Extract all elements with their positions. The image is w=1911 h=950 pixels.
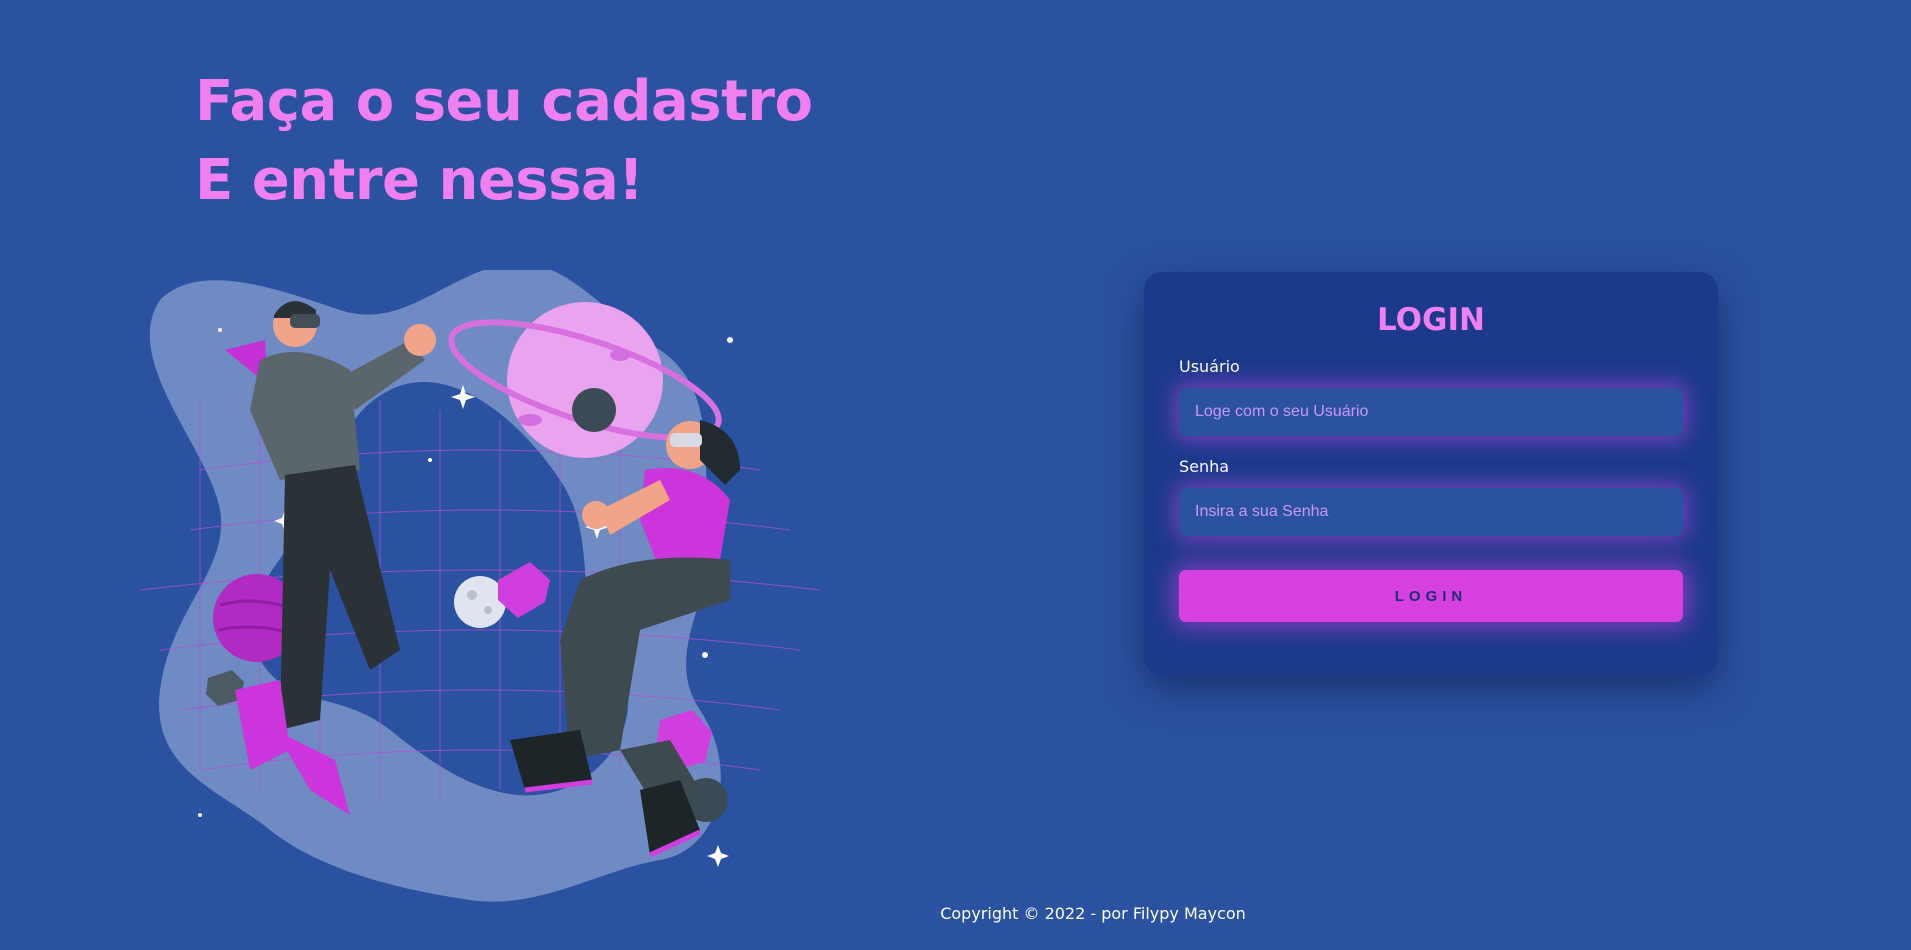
dark-ball [572, 388, 616, 432]
hero-line-1: Faça o seu cadastro [195, 69, 813, 134]
username-label: Usuário [1179, 357, 1240, 376]
footer-copyright: Copyright © 2022 - por Filypy Maycon [940, 904, 1246, 923]
login-button[interactable]: LOGIN [1179, 570, 1683, 622]
password-input[interactable] [1179, 488, 1683, 536]
password-label: Senha [1179, 457, 1230, 476]
hero-line-2: E entre nessa! [195, 148, 644, 213]
login-title: LOGIN [1377, 302, 1485, 338]
login-card: LOGIN Usuário Senha LOGIN [1144, 272, 1718, 675]
hero-headline: Faça o seu cadastro E entre nessa! [195, 62, 813, 220]
username-input[interactable] [1179, 388, 1683, 436]
page: Faça o seu cadastro E entre nessa! LOGIN… [0, 0, 1911, 950]
vr-space-illustration [140, 270, 820, 902]
